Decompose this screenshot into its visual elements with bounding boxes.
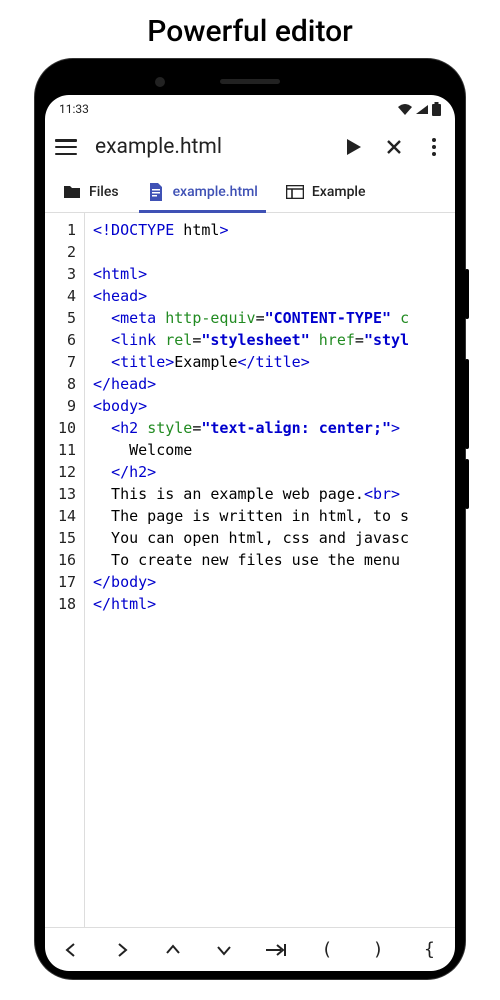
phone-side-button (465, 459, 469, 509)
phone-side-button (465, 359, 469, 449)
phone-side-button (465, 269, 469, 319)
page-heading: Powerful editor (0, 0, 500, 59)
phone-notch (45, 69, 455, 95)
line-gutter: 123456789101112131415161718 (45, 213, 85, 927)
tab-bar: Files example.html Example (45, 171, 455, 213)
tab-label: example.html (173, 184, 258, 200)
tab-label: Example (312, 184, 366, 200)
tab-current-file[interactable]: example.html (135, 171, 270, 212)
file-icon (147, 183, 165, 201)
tab-key-button[interactable] (256, 943, 296, 957)
close-icon[interactable] (383, 136, 405, 158)
phone-frame: 11:33 example.html (35, 59, 465, 979)
code-content[interactable]: <!DOCTYPE html> <html><head> <meta http-… (85, 213, 455, 927)
status-time: 11:33 (59, 102, 89, 116)
paren-open-button[interactable]: ( (307, 939, 347, 960)
play-icon[interactable] (343, 136, 365, 158)
tab-label: Files (89, 184, 119, 200)
nav-up-button[interactable] (153, 943, 193, 957)
wifi-icon (398, 104, 412, 115)
keyboard-toolbar: ( ) { (45, 927, 455, 971)
layout-icon (286, 183, 304, 201)
tab-files[interactable]: Files (51, 171, 131, 212)
paren-close-button[interactable]: ) (358, 939, 398, 960)
app-bar: example.html (45, 123, 455, 171)
nav-right-button[interactable] (102, 943, 142, 957)
brace-open-button[interactable]: { (409, 939, 449, 960)
battery-icon (432, 102, 441, 116)
app-title: example.html (95, 135, 325, 159)
status-bar: 11:33 (45, 95, 455, 123)
tab-preview[interactable]: Example (274, 171, 378, 212)
folder-icon (63, 183, 81, 201)
code-editor[interactable]: 123456789101112131415161718 <!DOCTYPE ht… (45, 213, 455, 927)
nav-down-button[interactable] (204, 943, 244, 957)
overflow-menu-icon[interactable] (423, 138, 445, 156)
phone-screen: 11:33 example.html (45, 95, 455, 971)
nav-left-button[interactable] (51, 943, 91, 957)
signal-icon (416, 105, 428, 114)
menu-icon[interactable] (55, 139, 77, 155)
